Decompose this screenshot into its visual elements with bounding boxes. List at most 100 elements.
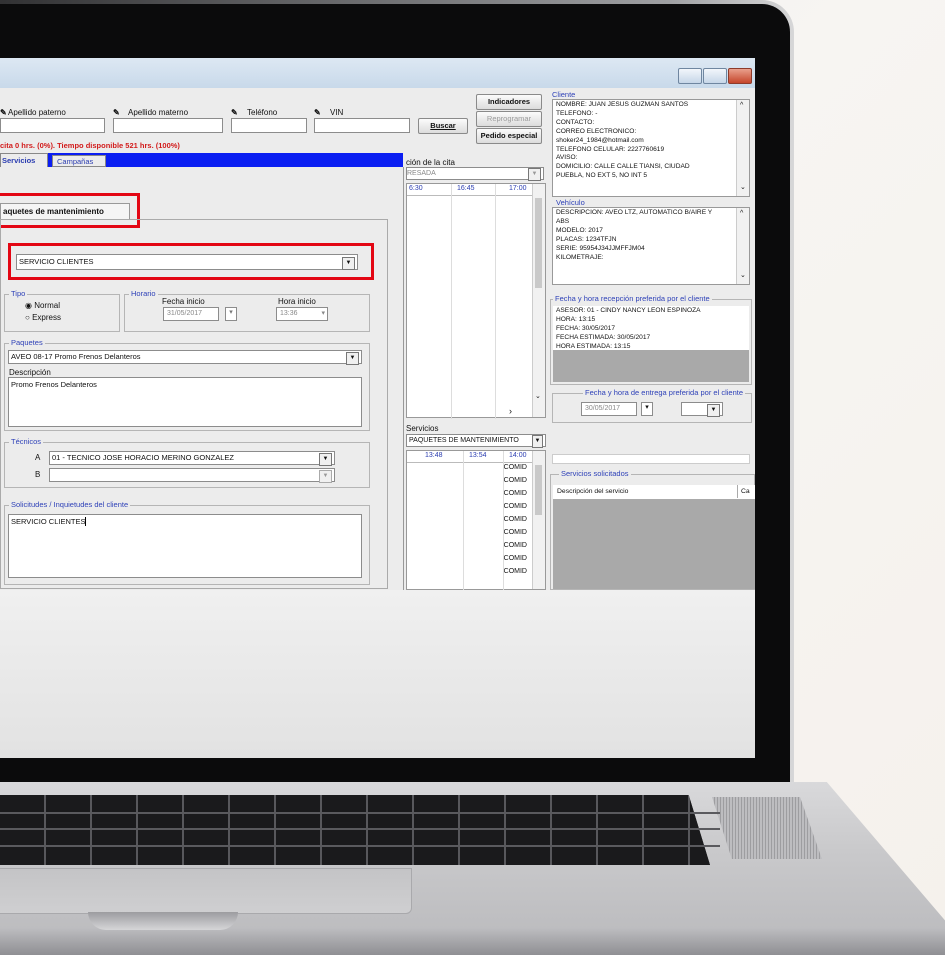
chevron-up-icon[interactable]: ^ <box>740 102 743 111</box>
descripcion-textarea[interactable]: Promo Frenos Delanteros <box>8 377 362 427</box>
vehiculo-line: ABS <box>556 217 570 225</box>
cliente-info: NOMBRE: JUAN JESUS GUZMAN SANTOS TELEFON… <box>552 99 750 197</box>
chevron-down-icon[interactable]: ▼ <box>319 470 332 483</box>
servicios-solicitados-title: Servicios solicitados <box>559 469 631 478</box>
laptop-front-edge <box>0 928 945 955</box>
reprogramar-button[interactable]: Reprogramar <box>476 111 542 127</box>
search-icon: ✎ <box>314 108 321 117</box>
slot-label: COMID <box>503 568 527 575</box>
radio-normal[interactable]: ◉ Normal <box>25 301 60 310</box>
chevron-right-icon[interactable]: › <box>509 406 512 416</box>
time-header: 13:48 <box>425 452 443 459</box>
slot-label: COMID <box>503 464 527 471</box>
vehiculo-title: Vehículo <box>556 198 585 207</box>
calendar-icon[interactable]: ▾ <box>641 402 653 416</box>
recepcion-group: Fecha y hora recepción preferida por el … <box>550 294 752 385</box>
search-icon: ✎ <box>113 108 120 117</box>
schedule-grid-top[interactable]: 6:30 16:45 17:00 ⌄ › <box>406 183 546 419</box>
spinner-icon[interactable]: ▾ <box>321 308 325 320</box>
chevron-down-icon[interactable]: ▼ <box>346 352 359 365</box>
entrega-fecha-input[interactable]: 30/05/2017 <box>581 402 637 416</box>
minimize-button[interactable] <box>678 68 702 84</box>
horario-group: Horario Fecha inicio 31/05/2017 ▾ Hora i… <box>124 289 370 332</box>
servicios-solicitados-table[interactable]: Descripción del servicio Ca <box>553 485 755 589</box>
tab-servicios[interactable]: Servicios <box>0 153 48 167</box>
tecnicos-title: Técnicos <box>9 437 44 446</box>
time-header: 16:45 <box>457 185 475 192</box>
vertical-scrollbar[interactable]: ^ ⌄ <box>736 100 749 196</box>
chevron-down-icon[interactable]: ⌄ <box>740 272 746 281</box>
tab-campanas[interactable]: Campañas <box>52 155 106 167</box>
slot-label: COMID <box>503 555 527 562</box>
apellido-materno-input[interactable] <box>113 118 223 133</box>
buscar-button[interactable]: Buscar <box>418 118 468 134</box>
tecnico-b-label: B <box>35 470 41 479</box>
tecnicos-group: Técnicos A 01 - TECNICO JOSE HORACIO MER… <box>4 437 370 488</box>
servicios-solicitados-group: Servicios solicitados Descripción del se… <box>550 469 755 590</box>
vertical-scrollbar[interactable]: ⌄ <box>532 184 545 417</box>
maximize-button[interactable] <box>703 68 727 84</box>
servicios-select-value: PAQUETES DE MANTENIMIENTO <box>409 437 519 444</box>
recepcion-line: FECHA ESTIMADA: 30/05/2017 <box>556 333 651 341</box>
slot-label: COMID <box>503 529 527 536</box>
cliente-line: TELEFONO: - <box>556 109 598 117</box>
tecnico-a-label: A <box>35 453 41 462</box>
chevron-down-icon[interactable]: ▼ <box>528 168 541 181</box>
field-label-vin: VIN <box>330 108 344 117</box>
vehiculo-line: KILOMETRAJE: <box>556 253 604 261</box>
paquetes-title: Paquetes <box>9 338 45 347</box>
apellido-paterno-input[interactable] <box>0 118 105 133</box>
servicios-filter[interactable] <box>552 454 750 464</box>
recepcion-info: ASESOR: 01 - CINDY NANCY LEON ESPINOZA H… <box>553 306 749 382</box>
tecnico-b-select[interactable]: ▼ <box>49 468 335 483</box>
recepcion-line: ASESOR: 01 - CINDY NANCY LEON ESPINOZA <box>556 307 701 314</box>
window-titlebar <box>0 58 755 88</box>
cliente-line: shoker24_1984@hotmail.com <box>556 136 644 144</box>
vehiculo-line: MODELO: 2017 <box>556 226 603 234</box>
vertical-scrollbar[interactable]: ^ ⌄ <box>736 208 749 284</box>
cliente-title: Cliente <box>552 90 576 99</box>
key-row-divider <box>0 828 720 830</box>
hora-inicio-input[interactable]: 13:36 ▾ <box>276 307 328 321</box>
slot-label: COMID <box>503 490 527 497</box>
paquete-select[interactable]: AVEO 08-17 Promo Frenos Delanteros ▼ <box>8 350 362 365</box>
cliente-line: DOMICILIO: CALLE CALLE TIANSI, CIUDAD <box>556 163 690 171</box>
slot-label: COMID <box>503 503 527 510</box>
chevron-up-icon[interactable]: ^ <box>740 210 743 219</box>
entrega-hora-select[interactable]: ▼ <box>681 402 723 417</box>
close-button[interactable] <box>728 68 752 84</box>
field-label-telefono: Teléfono <box>247 108 278 117</box>
lid-notch <box>88 912 238 930</box>
vertical-scrollbar[interactable] <box>532 451 545 589</box>
entrega-group: Fecha y hora de entrega preferida por el… <box>552 388 752 423</box>
chevron-down-icon[interactable]: ▼ <box>707 404 720 417</box>
calendar-icon[interactable]: ▾ <box>225 307 237 321</box>
cita-select[interactable]: RESADA ▼ <box>406 167 544 181</box>
chevron-down-icon[interactable]: ▼ <box>532 435 543 448</box>
indicadores-button[interactable]: Indicadores <box>476 94 542 110</box>
recepcion-line: HORA ESTIMADA: 13:15 <box>556 342 631 350</box>
chevron-down-icon[interactable]: ▼ <box>319 453 332 466</box>
cliente-line: AVISO: <box>556 154 578 162</box>
pedido-especial-button[interactable]: Pedido especial <box>476 128 542 144</box>
solicitudes-title: Solicitudes / Inquietudes del cliente <box>9 500 131 509</box>
tipo-title: Tipo <box>9 289 28 298</box>
tipo-group: Tipo ◉ Normal ○ Express <box>4 289 120 332</box>
vin-input[interactable] <box>314 118 410 133</box>
app-window: ✎ Apellido paterno ✎ Apellido materno ✎ … <box>0 58 755 591</box>
radio-express[interactable]: ○ Express <box>25 313 61 322</box>
solicitudes-textarea[interactable]: SERVICIO CLIENTES <box>8 514 362 578</box>
status-text: cita 0 hrs. (0%). Tiempo disponible 521 … <box>0 141 180 150</box>
horario-title: Horario <box>129 289 158 298</box>
servicios-label: Servicios <box>406 424 439 433</box>
tecnico-a-select[interactable]: 01 - TECNICO JOSE HORACIO MERINO GONZALE… <box>49 451 335 466</box>
telefono-input[interactable] <box>231 118 307 133</box>
table-header: Descripción del servicio Ca <box>553 485 755 500</box>
fecha-inicio-input[interactable]: 31/05/2017 <box>163 307 219 321</box>
chevron-down-icon[interactable]: ⌄ <box>740 184 746 193</box>
chevron-down-icon[interactable]: ⌄ <box>535 392 541 400</box>
descripcion-label: Descripción <box>9 368 51 377</box>
schedule-grid-bottom[interactable]: 13:48 13:54 14:00 COMID COMID COMID COMI… <box>406 450 546 591</box>
hora-inicio-label: Hora inicio <box>278 297 316 306</box>
servicios-select[interactable]: PAQUETES DE MANTENIMIENTO ▼ <box>406 434 546 448</box>
